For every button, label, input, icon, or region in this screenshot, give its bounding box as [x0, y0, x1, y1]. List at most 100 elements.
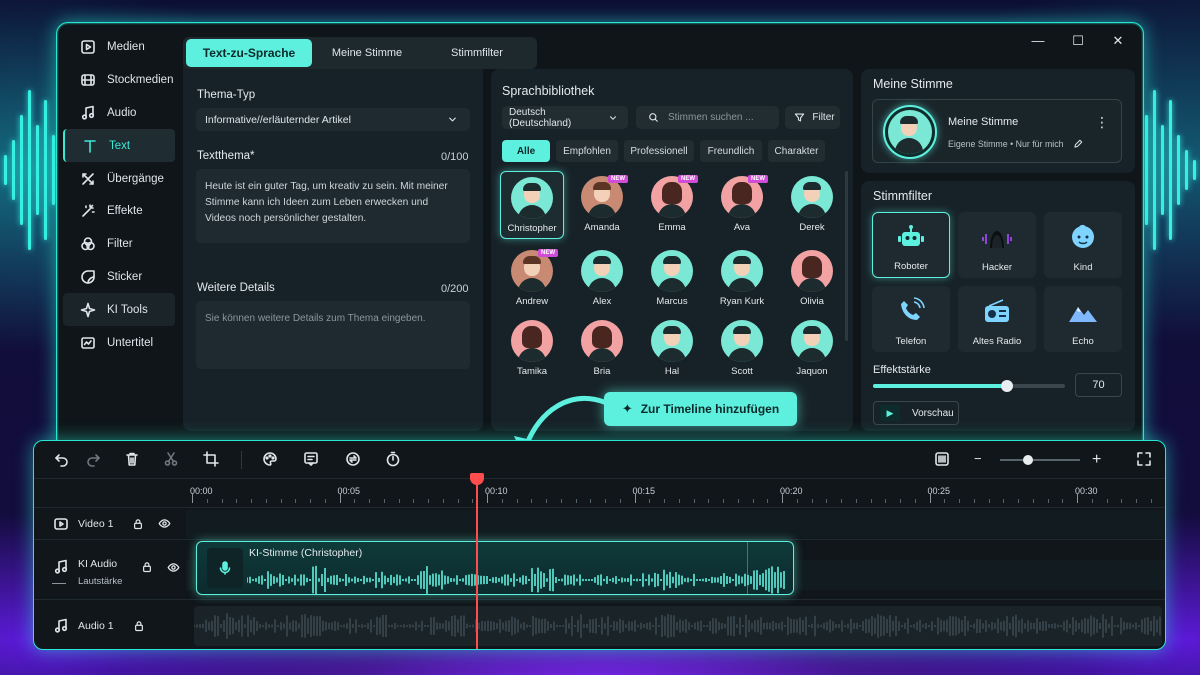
voice-card-ryan-kurk[interactable]: Ryan Kurk	[710, 245, 774, 313]
filter-card-hacker[interactable]: Hacker	[958, 212, 1036, 278]
zoom-in-icon[interactable]: +	[1092, 451, 1101, 469]
sidebar-item-stockmedien[interactable]: Stockmedien	[63, 64, 175, 97]
details-textarea[interactable]: Sie können weitere Details zum Thema ein…	[196, 301, 470, 369]
tab-stimmfilter[interactable]: Stimmfilter	[422, 39, 532, 67]
sidebar-item-medien[interactable]: Medien	[63, 31, 175, 64]
zoom-slider-knob[interactable]	[1023, 455, 1033, 465]
wave-bar	[1153, 90, 1156, 250]
voice-grid-scrollbar[interactable]	[845, 171, 848, 341]
ai-caption-icon[interactable]	[303, 451, 321, 469]
filter-card-echo[interactable]: Echo	[1044, 286, 1122, 352]
filter-label: Echo	[1072, 336, 1094, 347]
chip-freundlich[interactable]: Freundlich	[700, 140, 762, 162]
new-badge: NEW	[538, 249, 558, 257]
fullscreen-icon[interactable]	[1136, 451, 1154, 469]
voice-card-hal[interactable]: Hal	[640, 315, 704, 383]
sidebar-item-label: Text	[109, 139, 131, 152]
voice-name: Derek	[799, 222, 825, 233]
voice-card-ava[interactable]: NEW Ava	[710, 171, 774, 239]
ruler-tick	[236, 499, 238, 503]
eye-icon[interactable]	[155, 515, 173, 533]
sidebar-item-text[interactable]: Text	[63, 129, 175, 163]
wave-bar	[52, 135, 55, 205]
redo-icon[interactable]	[85, 451, 103, 469]
lock-icon[interactable]	[129, 515, 147, 533]
voice-card-derek[interactable]: Derek	[780, 171, 844, 239]
video-track-lane[interactable]	[186, 510, 1165, 538]
theme-type-dropdown[interactable]: Informative//erläuternder Artikel	[196, 108, 470, 131]
maximize-button[interactable]: ☐	[1071, 33, 1085, 49]
voice-name: Emma	[658, 222, 686, 233]
add-to-timeline-button[interactable]: ✦ Zur Timeline hinzufügen	[604, 392, 797, 426]
voice-card-bria[interactable]: Bria	[570, 315, 634, 383]
avatar	[791, 176, 833, 218]
timeline-ruler[interactable]: 00:00 00:05 00:10 00:15 00:20 00:25 00:30	[184, 479, 1165, 507]
my-voice-card[interactable]: Meine Stimme Eigene Stimme • Nur für mic…	[872, 99, 1122, 163]
minimize-button[interactable]: —	[1031, 33, 1045, 49]
lock-icon[interactable]	[138, 558, 156, 576]
lock-icon[interactable]	[130, 617, 148, 635]
more-options-icon[interactable]: ⋮	[1095, 114, 1109, 131]
speed-timer-icon[interactable]	[385, 451, 403, 469]
zoom-slider[interactable]	[1000, 455, 1080, 465]
sidebar-item-untertitel[interactable]: Untertitel	[63, 326, 175, 359]
sidebar-item-effekte[interactable]: Effekte	[63, 195, 175, 228]
sidebar-item-sticker[interactable]: Sticker	[63, 261, 175, 294]
ruler-label: 00:30	[1075, 486, 1098, 496]
voice-search-input[interactable]: Stimmen suchen ...	[636, 106, 779, 129]
voice-card-emma[interactable]: NEW Emma	[640, 171, 704, 239]
sidebar-item-filter[interactable]: Filter	[63, 228, 175, 261]
voice-card-alex[interactable]: Alex	[570, 245, 634, 313]
voice-card-marcus[interactable]: Marcus	[640, 245, 704, 313]
close-button[interactable]: ✕	[1111, 33, 1125, 49]
playhead[interactable]	[470, 473, 484, 649]
ruler-label: 00:00	[190, 486, 213, 496]
delete-icon[interactable]	[124, 451, 142, 469]
ruler-label: 00:05	[337, 486, 361, 496]
sidebar-item-ki-tools[interactable]: KI Tools	[63, 293, 175, 327]
sidebar-item-audio[interactable]: Audio	[63, 97, 175, 130]
voice-card-tamika[interactable]: Tamika	[500, 315, 564, 383]
theme-type-value: Informative//erläuternder Artikel	[205, 113, 351, 126]
text-topic-textarea[interactable]: Heute ist ein guter Tag, um kreativ zu s…	[196, 169, 470, 243]
split-scissors-icon[interactable]	[163, 451, 181, 469]
ki-voice-clip[interactable]: KI-Stimme (Christopher)	[196, 541, 794, 595]
voice-card-amanda[interactable]: NEW Amanda	[570, 171, 634, 239]
crop-icon[interactable]	[203, 451, 221, 469]
voice-card-jaquon[interactable]: Jaquon	[780, 315, 844, 383]
edit-pencil-icon[interactable]	[1069, 135, 1087, 153]
filter-card-roboter[interactable]: Roboter	[872, 212, 950, 278]
replace-sync-icon[interactable]	[345, 451, 363, 469]
voice-card-christopher[interactable]: Christopher	[500, 171, 564, 239]
filter-card-kind[interactable]: Kind	[1044, 212, 1122, 278]
filter-button[interactable]: Filter	[785, 106, 840, 129]
filter-card-altes-radio[interactable]: Altes Radio	[958, 286, 1036, 352]
audio-1-clip[interactable]	[194, 606, 1162, 646]
undo-icon[interactable]	[54, 451, 72, 469]
voice-card-scott[interactable]: Scott	[710, 315, 774, 383]
chip-alle[interactable]: Alle	[502, 140, 550, 162]
chip-charakter[interactable]: Charakter	[768, 140, 825, 162]
ruler-tick	[914, 499, 916, 503]
preview-button[interactable]: ▶ Vorschau	[873, 401, 959, 425]
filter-card-telefon[interactable]: Telefon	[872, 286, 950, 352]
eye-icon[interactable]	[164, 558, 182, 576]
chip-empfohlen[interactable]: Empfohlen	[556, 140, 618, 162]
render-preview-icon[interactable]	[934, 451, 952, 469]
strength-value-input[interactable]: 70	[1075, 373, 1122, 397]
avatar	[651, 320, 693, 362]
wave-bar	[12, 140, 15, 200]
avatar	[791, 320, 833, 362]
chip-professionell[interactable]: Professionell	[624, 140, 694, 162]
chevron-down-icon	[604, 109, 621, 127]
language-dropdown[interactable]: Deutsch (Deutschland)	[502, 106, 628, 129]
ruler-tick	[546, 499, 547, 503]
add-to-timeline-label: Zur Timeline hinzufügen	[640, 402, 780, 416]
color-palette-icon[interactable]	[262, 451, 280, 469]
sidebar-item-uebergaenge[interactable]: Übergänge	[63, 162, 175, 195]
voice-card-olivia[interactable]: Olivia	[780, 245, 844, 313]
voice-card-andrew[interactable]: NEW Andrew	[500, 245, 564, 313]
strength-slider[interactable]	[873, 380, 1065, 392]
tab-meine-stimme[interactable]: Meine Stimme	[312, 39, 422, 67]
tab-text-zu-sprache[interactable]: Text-zu-Sprache	[186, 39, 312, 67]
